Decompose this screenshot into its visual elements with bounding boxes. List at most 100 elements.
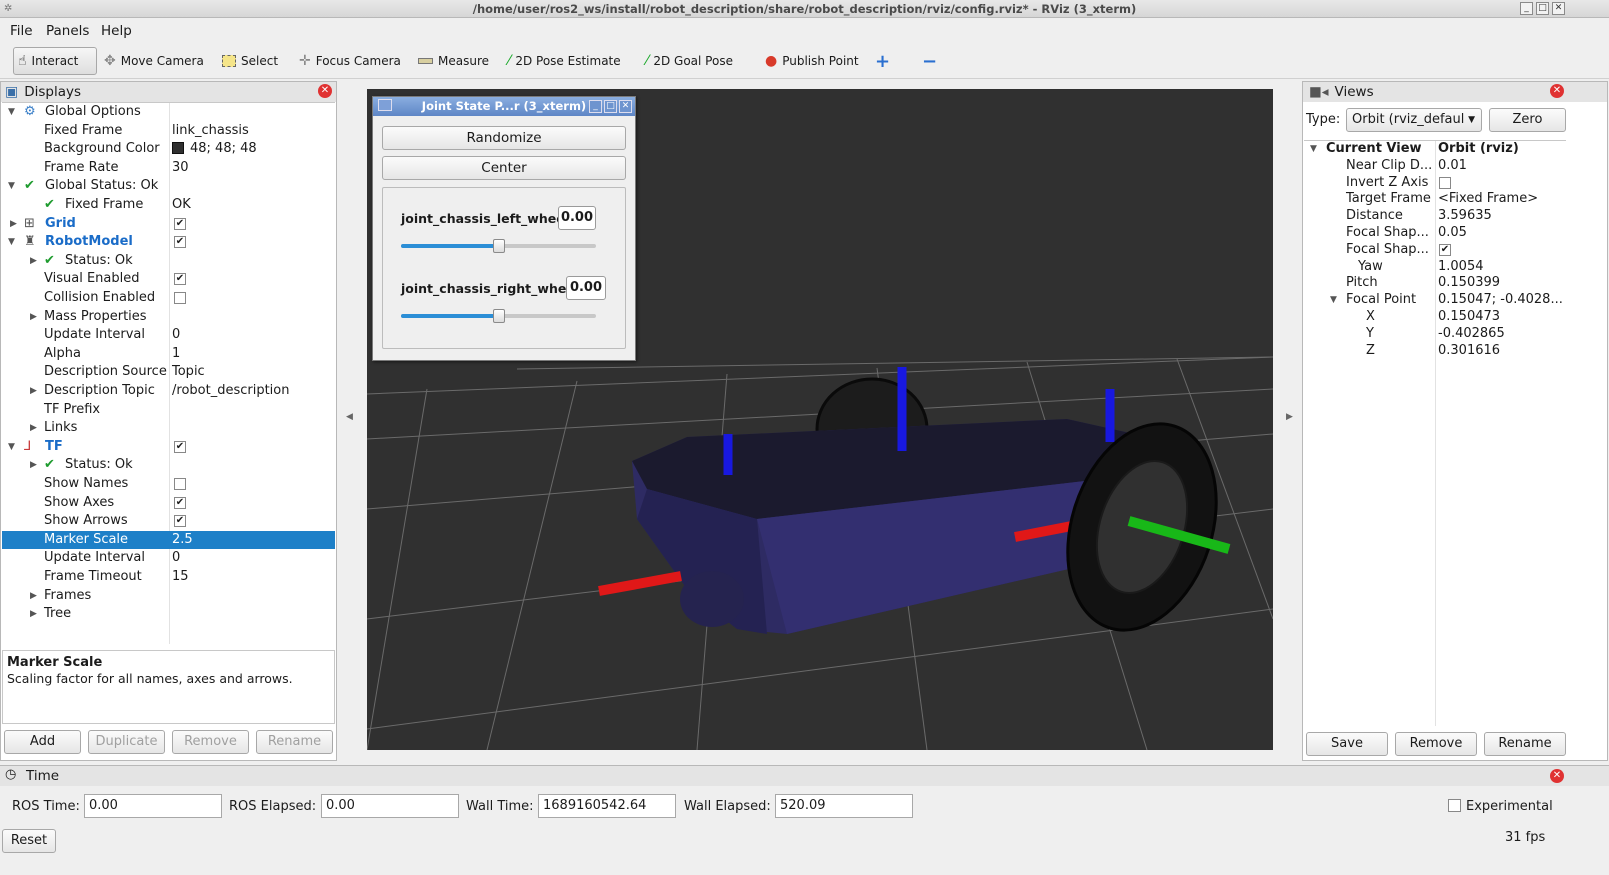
tree-row-mass-properties[interactable]: ▶ Mass Properties [2,308,335,327]
show-arrows-checkbox[interactable]: ✔ [174,515,186,528]
tree-row-show-arrows[interactable]: Show Arrows ✔ [2,512,335,531]
tree-row-frames[interactable]: ▶ Frames [2,587,335,606]
tree-row-alpha[interactable]: Alpha 1 [2,345,335,364]
tree-row-marker-scale[interactable]: Marker Scale 2.5 [2,530,335,550]
rename-view-button[interactable]: Rename [1484,732,1566,756]
tree-row-show-axes[interactable]: Show Axes ✔ [2,494,335,513]
tf-enabled-checkbox[interactable]: ✔ [174,440,186,453]
measure-tool[interactable]: Measure [414,47,493,75]
view-row-y[interactable]: Y -0.402865 [1304,326,1566,343]
collision-enabled-checkbox[interactable] [174,292,186,304]
select-tool[interactable]: Select [218,47,282,75]
view-row-yaw[interactable]: Yaw 1.0054 [1304,259,1566,276]
tree-row-tf[interactable]: ▼ ⅃ TF ✔ [2,438,335,457]
view-row-near-clip[interactable]: Near Clip D... 0.01 [1304,158,1566,175]
tree-row-global-status[interactable]: ▼ ✔ Global Status: Ok [2,177,335,196]
tree-row-description-source[interactable]: Description Source Topic [2,363,335,382]
chevron-right-icon[interactable]: ▶ [30,252,37,271]
interact-tool[interactable]: ☝ Interact [13,47,97,75]
chevron-down-icon[interactable]: ▼ [8,103,15,122]
tree-row-tf-status[interactable]: ▶ ✔ Status: Ok [2,456,335,475]
tree-row-visual-enabled[interactable]: Visual Enabled ✔ [2,270,335,289]
duplicate-display-button[interactable]: Duplicate [88,730,165,754]
center-button[interactable]: Center [382,156,626,180]
chevron-down-icon[interactable]: ▼ [8,177,15,196]
joint-slider[interactable] [401,309,596,323]
view-row-invert-z[interactable]: Invert Z Axis [1304,175,1566,192]
chevron-down-icon[interactable]: ▼ [1310,141,1317,158]
close-time-icon[interactable]: ✕ [1550,769,1564,783]
visual-enabled-checkbox[interactable]: ✔ [174,273,186,286]
menu-file[interactable]: File [10,23,33,39]
move-camera-tool[interactable]: ✥ Move Camera [100,47,208,75]
randomize-button[interactable]: Randomize [382,126,626,150]
wall-time-field[interactable]: 1689160542.64 [538,794,676,818]
experimental-checkbox[interactable] [1448,799,1461,812]
remove-view-button[interactable]: Remove [1395,732,1477,756]
focus-camera-tool[interactable]: ✛ Focus Camera [295,47,405,75]
close-window-icon[interactable]: ✕ [1552,2,1565,15]
joint-slider[interactable] [401,239,596,253]
joint-value-input[interactable]: 0.00 [566,276,606,300]
pose-estimate-tool[interactable]: ⁄ 2D Pose Estimate [504,47,625,75]
remove-tool-icon[interactable]: − [918,47,941,75]
tree-row-tf-prefix[interactable]: TF Prefix [2,401,335,420]
robot-model-enabled-checkbox[interactable]: ✔ [174,236,186,249]
invert-z-checkbox[interactable] [1439,176,1451,189]
focal-shape-fixed-checkbox[interactable]: ✔ [1439,243,1451,256]
show-axes-checkbox[interactable]: ✔ [174,496,186,509]
tree-row-frame-timeout[interactable]: Frame Timeout 15 [2,568,335,587]
view-row-focal-shape-size[interactable]: Focal Shap... 0.05 [1304,225,1566,242]
chevron-right-icon[interactable]: ▶ [30,587,37,606]
ros-time-field[interactable]: 0.00 [84,794,222,818]
reset-button[interactable]: Reset [2,829,56,853]
chevron-down-icon[interactable]: ▼ [1330,292,1337,309]
view-row-focal-shape-fixed[interactable]: Focal Shap... ✔ [1304,242,1566,259]
tree-row-update-interval[interactable]: Update Interval 0 [2,326,335,345]
slider-handle[interactable] [492,309,505,323]
chevron-down-icon[interactable]: ▼ [8,233,15,252]
view-row-distance[interactable]: Distance 3.59635 [1304,208,1566,225]
ros-elapsed-field[interactable]: 0.00 [321,794,459,818]
chevron-right-icon[interactable]: ▶ [30,419,37,438]
slider-handle[interactable] [492,239,505,253]
tree-row-tf-update-interval[interactable]: Update Interval 0 [2,549,335,568]
menu-panels[interactable]: Panels [46,23,89,39]
jsp-maximize-icon[interactable]: □ [604,100,617,113]
tree-row-status-fixed-frame[interactable]: ✔ Fixed Frame OK [2,196,335,215]
view-row-focal-point[interactable]: ▼ Focal Point 0.15047; -0.4028... [1304,292,1566,309]
add-display-button[interactable]: Add [4,730,81,754]
view-row-pitch[interactable]: Pitch 0.150399 [1304,275,1566,292]
tree-row-robot-model[interactable]: ▼ ♜ RobotModel ✔ [2,233,335,252]
chevron-right-icon[interactable]: ▶ [30,382,37,401]
chevron-right-icon[interactable]: ▶ [10,215,17,234]
tree-row-frame-rate[interactable]: Frame Rate 30 [2,159,335,178]
close-displays-icon[interactable]: ✕ [318,84,332,98]
show-names-checkbox[interactable] [174,478,186,490]
tree-row-background-color[interactable]: Background Color 48; 48; 48 [2,140,335,159]
tree-row-description-topic[interactable]: ▶ Description Topic /robot_description [2,382,335,401]
tree-row-show-names[interactable]: Show Names [2,475,335,494]
chevron-right-icon[interactable]: ▶ [30,308,37,327]
remove-display-button[interactable]: Remove [172,730,249,754]
close-views-icon[interactable]: ✕ [1550,84,1564,98]
jsp-close-icon[interactable]: ✕ [619,100,632,113]
wall-elapsed-field[interactable]: 520.09 [775,794,913,818]
tree-row-global-options[interactable]: ▼ ⚙ Global Options [2,103,335,122]
grid-enabled-checkbox[interactable]: ✔ [174,217,186,230]
joint-value-input[interactable]: 0.00 [558,206,596,230]
view-row-x[interactable]: X 0.150473 [1304,309,1566,326]
view-type-select[interactable]: Orbit (rviz_defaul ▼ [1346,108,1482,132]
save-view-button[interactable]: Save [1306,732,1388,756]
tree-row-fixed-frame[interactable]: Fixed Frame link_chassis [2,122,335,141]
tree-row-tree[interactable]: ▶ Tree [2,605,335,624]
tree-row-robot-status[interactable]: ▶ ✔ Status: Ok [2,252,335,271]
tree-row-collision-enabled[interactable]: Collision Enabled [2,289,335,308]
jsp-minimize-icon[interactable]: _ [589,100,602,113]
jsp-menu-icon[interactable] [378,99,392,111]
view-row-z[interactable]: Z 0.301616 [1304,343,1566,360]
rename-display-button[interactable]: Rename [256,730,333,754]
chevron-right-icon[interactable]: ▶ [30,605,37,624]
tree-row-links[interactable]: ▶ Links [2,419,335,438]
chevron-right-icon[interactable]: ▶ [30,456,37,475]
